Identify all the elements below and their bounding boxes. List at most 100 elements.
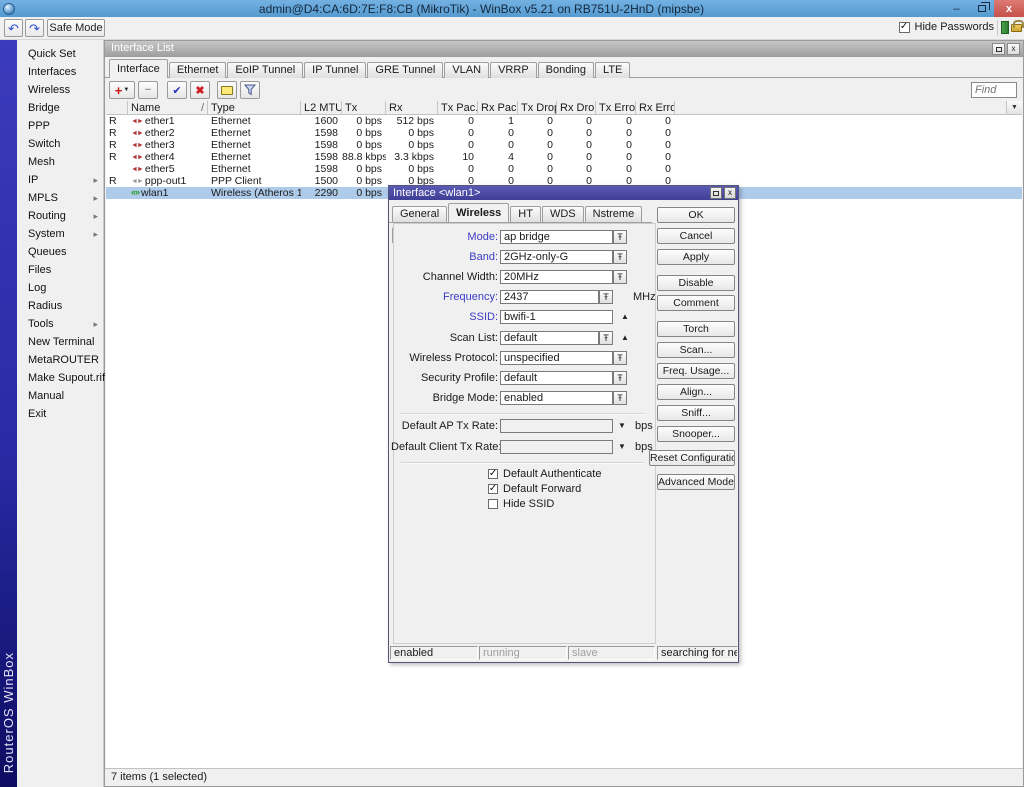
sidebar-item-metarouter[interactable]: MetaROUTER: [17, 351, 103, 369]
redo-button[interactable]: ↷: [25, 19, 44, 37]
column-header-rx-pac[interactable]: Rx Pac...: [478, 101, 518, 114]
dialog-restore-button[interactable]: [710, 187, 722, 199]
wireless-protocol-input[interactable]: unspecified: [500, 351, 613, 365]
sidebar-item-mesh[interactable]: Mesh: [17, 153, 103, 171]
dialog-tab-wireless[interactable]: Wireless: [448, 203, 509, 222]
sidebar-item-new-terminal[interactable]: New Terminal: [17, 333, 103, 351]
align-button[interactable]: Align...: [657, 384, 735, 400]
sidebar-item-ppp[interactable]: PPP: [17, 117, 103, 135]
tab-ip-tunnel[interactable]: IP Tunnel: [304, 62, 366, 78]
sidebar-item-exit[interactable]: Exit: [17, 405, 103, 423]
frequency-dropdown-button[interactable]: Ŧ: [599, 290, 613, 304]
comment-button[interactable]: [217, 81, 237, 99]
close-button[interactable]: x: [994, 0, 1024, 17]
table-row-ether5[interactable]: ◄►ether5Ethernet15980 bps0 bps000000: [106, 163, 1022, 175]
tab-vlan[interactable]: VLAN: [444, 62, 489, 78]
sidebar-item-make-supout-rif[interactable]: Make Supout.rif: [17, 369, 103, 387]
scan-list-input[interactable]: default: [500, 331, 599, 345]
sidebar-item-quick-set[interactable]: Quick Set: [17, 45, 103, 63]
ssid-collapse-button[interactable]: ▲: [618, 310, 632, 324]
cancel-button[interactable]: Cancel: [657, 228, 735, 244]
sidebar-item-queues[interactable]: Queues: [17, 243, 103, 261]
dialog-tab-wds[interactable]: WDS: [542, 206, 584, 222]
ok-button[interactable]: OK: [657, 207, 735, 223]
column-header-type[interactable]: Type: [208, 101, 301, 114]
minimize-button[interactable]: –: [944, 0, 969, 17]
frequency-input[interactable]: 2437: [500, 290, 599, 304]
tab-vrrp[interactable]: VRRP: [490, 62, 537, 78]
sidebar-item-radius[interactable]: Radius: [17, 297, 103, 315]
security-profile-dropdown-button[interactable]: Ŧ: [613, 371, 627, 385]
default-forward-checkbox[interactable]: ✓: [488, 484, 498, 494]
mode-input[interactable]: ap bridge: [500, 230, 613, 244]
sidebar-item-files[interactable]: Files: [17, 261, 103, 279]
snooper-button[interactable]: Snooper...: [657, 426, 735, 442]
tab-eoip-tunnel[interactable]: EoIP Tunnel: [227, 62, 303, 78]
column-header-name[interactable]: Name/: [128, 101, 208, 114]
hide-ssid-checkbox[interactable]: [488, 499, 498, 509]
sidebar-item-ip[interactable]: IP▸: [17, 171, 103, 189]
tab-ethernet[interactable]: Ethernet: [169, 62, 227, 78]
safe-mode-button[interactable]: Safe Mode: [47, 19, 105, 37]
comment-button[interactable]: Comment: [657, 295, 735, 311]
dialog-tab-ht[interactable]: HT: [510, 206, 541, 222]
sidebar-item-wireless[interactable]: Wireless: [17, 81, 103, 99]
column-header-rx-drops[interactable]: Rx Drops: [557, 101, 596, 114]
table-row-ether4[interactable]: R◄►ether4Ethernet159888.8 kbps3.3 kbps10…: [106, 151, 1022, 163]
interface-list-close-button[interactable]: x: [1007, 43, 1020, 55]
disable-button[interactable]: Disable: [657, 275, 735, 291]
interface-list-restore-button[interactable]: [992, 43, 1005, 55]
freq-usage-button[interactable]: Freq. Usage...: [657, 363, 735, 379]
sidebar-item-mpls[interactable]: MPLS▸: [17, 189, 103, 207]
filter-button[interactable]: [240, 81, 260, 99]
column-header-rx[interactable]: Rx: [386, 101, 438, 114]
sidebar-item-interfaces[interactable]: Interfaces: [17, 63, 103, 81]
column-chooser-button[interactable]: ▼: [1006, 101, 1022, 114]
sniff-button[interactable]: Sniff...: [657, 405, 735, 421]
column-header-l2-mtu[interactable]: L2 MTU: [301, 101, 342, 114]
channel-width-input[interactable]: 20MHz: [500, 270, 613, 284]
reset-configuration-button[interactable]: Reset Configuration: [649, 450, 735, 466]
disable-button[interactable]: ✖: [190, 81, 210, 99]
advanced-mode-button[interactable]: Advanced Mode: [657, 474, 735, 490]
table-row-ether2[interactable]: R◄►ether2Ethernet15980 bps0 bps000000: [106, 127, 1022, 139]
column-header-tx[interactable]: Tx: [342, 101, 386, 114]
column-header-flags[interactable]: [106, 101, 128, 114]
band-input[interactable]: 2GHz-only-G: [500, 250, 613, 264]
undo-button[interactable]: ↶: [4, 19, 23, 37]
dialog-tab-general[interactable]: General: [392, 206, 447, 222]
add-button[interactable]: +▼: [109, 81, 135, 99]
find-input[interactable]: [971, 82, 1017, 98]
sidebar-item-routing[interactable]: Routing▸: [17, 207, 103, 225]
tab-gre-tunnel[interactable]: GRE Tunnel: [367, 62, 443, 78]
sidebar-item-tools[interactable]: Tools▸: [17, 315, 103, 333]
ssid-input[interactable]: bwifi-1: [500, 310, 613, 324]
default-authenticate-checkbox[interactable]: ✓: [488, 469, 498, 479]
column-header-tx-errors[interactable]: Tx Errors: [596, 101, 636, 114]
bridge-mode-input[interactable]: enabled: [500, 391, 613, 405]
sidebar-item-log[interactable]: Log: [17, 279, 103, 297]
column-header-tx-drops[interactable]: Tx Drops: [518, 101, 557, 114]
default-ap-tx-rate-dropdown-button[interactable]: ▼: [615, 419, 629, 433]
apply-button[interactable]: Apply: [657, 249, 735, 265]
tab-lte[interactable]: LTE: [595, 62, 630, 78]
mode-dropdown-button[interactable]: Ŧ: [613, 230, 627, 244]
enable-button[interactable]: ✔: [167, 81, 187, 99]
default-ap-tx-rate-input[interactable]: [500, 419, 613, 433]
default-client-tx-rate-input[interactable]: [500, 440, 613, 454]
sidebar-item-system[interactable]: System▸: [17, 225, 103, 243]
column-header-tx-pac[interactable]: Tx Pac...: [438, 101, 478, 114]
remove-button[interactable]: −: [138, 81, 158, 99]
scan-list-dropdown-button[interactable]: Ŧ: [599, 331, 613, 345]
dialog-close-button[interactable]: x: [724, 187, 736, 199]
bridge-mode-dropdown-button[interactable]: Ŧ: [613, 391, 627, 405]
wireless-protocol-dropdown-button[interactable]: Ŧ: [613, 351, 627, 365]
tab-bonding[interactable]: Bonding: [538, 62, 594, 78]
sidebar-item-switch[interactable]: Switch: [17, 135, 103, 153]
hide-passwords-checkbox[interactable]: ✓: [899, 22, 910, 33]
column-header-rx-errors[interactable]: Rx Errors: [636, 101, 675, 114]
table-row-ether3[interactable]: R◄►ether3Ethernet15980 bps0 bps000000: [106, 139, 1022, 151]
scan-list-collapse-button[interactable]: ▲: [618, 331, 632, 345]
channel-width-dropdown-button[interactable]: Ŧ: [613, 270, 627, 284]
dialog-tab-nstreme[interactable]: Nstreme: [585, 206, 643, 222]
